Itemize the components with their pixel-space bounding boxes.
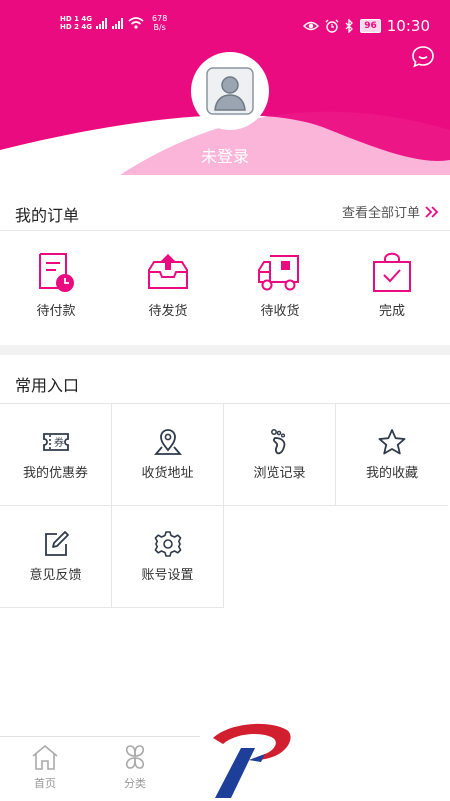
order-label: 完成 — [378, 304, 405, 319]
edit-feedback-icon — [44, 531, 69, 556]
pending-payment-icon — [39, 253, 74, 292]
home-icon — [32, 744, 58, 770]
favorites-entry[interactable]: 我的收藏 — [336, 404, 448, 506]
signal-icon — [96, 17, 108, 29]
entry-label: 意见反馈 — [29, 568, 82, 583]
tab-label: 首页 — [34, 777, 56, 790]
network-line-1: HD 1 4G — [60, 15, 93, 23]
bottom-tab-bar: 首页 分类 — [0, 736, 200, 801]
view-all-orders-link[interactable]: 查看全部订单 — [342, 202, 440, 221]
network-indicators: HD 1 4G HD 2 4G 678 B/s — [60, 14, 167, 32]
entry-label: 我的收藏 — [365, 466, 418, 481]
svg-text:券: 券 — [54, 436, 64, 449]
settings-gear-icon — [154, 531, 181, 557]
entry-label: 收货地址 — [141, 466, 194, 481]
category-icon — [125, 745, 145, 769]
address-entry[interactable]: 收货地址 — [112, 404, 224, 506]
delivery-truck-icon — [258, 255, 299, 291]
tab-home[interactable]: 首页 — [0, 743, 90, 791]
footprint-icon — [270, 429, 285, 455]
order-label: 待发货 — [148, 304, 188, 319]
feedback-entry[interactable]: 意见反馈 — [0, 506, 112, 608]
pending-shipment-icon — [148, 254, 188, 289]
section-separator — [0, 345, 450, 355]
history-entry[interactable]: 浏览记录 — [224, 404, 336, 506]
bluetooth-icon — [345, 19, 354, 33]
status-right: 96 10:30 — [303, 17, 430, 35]
clock: 10:30 — [386, 17, 430, 35]
speed-unit: B/s — [153, 23, 166, 32]
network-type-text: HD 1 4G HD 2 4G — [60, 15, 92, 31]
order-completed[interactable]: 完成 — [336, 250, 448, 319]
entry-label: 账号设置 — [141, 568, 194, 583]
orders-section-title: 我的订单 — [15, 206, 80, 225]
message-icon[interactable] — [411, 45, 435, 69]
star-icon — [378, 429, 406, 455]
order-label: 待付款 — [36, 304, 76, 319]
user-avatar-icon — [206, 67, 254, 115]
eye-icon — [303, 21, 320, 31]
tab-category[interactable]: 分类 — [90, 743, 180, 791]
coupon-icon: 券 — [42, 433, 69, 451]
login-status[interactable]: 未登录 — [0, 143, 450, 167]
wifi-icon — [128, 17, 144, 29]
battery-indicator: 96 — [360, 19, 381, 33]
alarm-icon — [325, 19, 339, 33]
entry-label: 我的优惠券 — [22, 466, 88, 481]
network-line-2: HD 2 4G — [60, 23, 93, 31]
status-bar: HD 1 4G HD 2 4G 678 B/s 96 10:30 — [0, 0, 450, 44]
brand-logo — [213, 723, 291, 798]
network-speed: 678 B/s — [152, 14, 167, 32]
order-label: 待收货 — [260, 304, 300, 319]
account-settings-entry[interactable]: 账号设置 — [112, 506, 224, 608]
signal-icon — [112, 17, 124, 29]
profile-header: HD 1 4G HD 2 4G 678 B/s 96 10:30 未登录 — [0, 0, 450, 175]
location-icon — [153, 429, 182, 455]
order-pending-payment[interactable]: 待付款 — [0, 250, 112, 319]
common-section-title: 常用入口 — [15, 376, 80, 395]
order-pending-receipt[interactable]: 待收货 — [224, 250, 336, 319]
completed-bag-icon — [373, 252, 411, 292]
avatar[interactable] — [191, 52, 269, 130]
order-pending-shipment[interactable]: 待发货 — [112, 250, 224, 319]
divider — [0, 230, 450, 231]
double-chevron-right-icon — [425, 205, 439, 218]
coupons-entry[interactable]: 券 我的优惠券 — [0, 404, 112, 506]
entry-label: 浏览记录 — [253, 466, 306, 481]
tab-label: 分类 — [124, 777, 146, 790]
view-all-orders-label: 查看全部订单 — [341, 206, 420, 221]
speed-value: 678 — [152, 14, 168, 23]
